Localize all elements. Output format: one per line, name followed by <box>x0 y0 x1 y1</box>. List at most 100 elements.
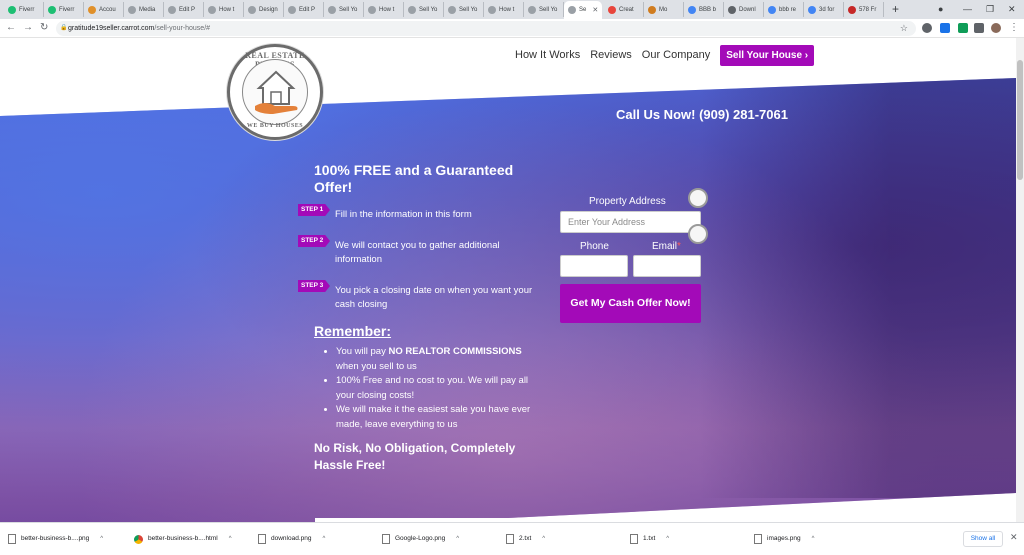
chevron-up-icon[interactable]: ^ <box>456 530 459 548</box>
chevron-up-icon[interactable]: ^ <box>100 530 103 548</box>
url-path: /sell-your-house/# <box>154 25 211 32</box>
browser-tab[interactable]: BBB b <box>684 2 724 17</box>
main-nav: How It Works Reviews Our Company Sell Yo… <box>515 44 815 66</box>
step-3-text: You pick a closing date on when you want… <box>335 285 533 310</box>
company-logo[interactable]: REAL ESTATE PEOPLES WE BUY HOUSES <box>227 44 323 140</box>
tab-label: Sell Yo <box>459 6 478 13</box>
phone-input[interactable] <box>560 255 628 277</box>
tab-favicon-icon <box>88 5 96 14</box>
downloads-bar: Show all ✕ better-business-b....png ^ bett… <box>0 522 1024 555</box>
logo-bottom-text: WE BUY HOUSES <box>246 123 304 129</box>
extension-edit-icon[interactable] <box>958 23 968 33</box>
browser-tab-strip: + ● — ❐ ✕ Fiverr Fiverr Accou Media Edit P Ho… <box>0 0 1024 19</box>
email-label: Email* <box>652 241 681 252</box>
avatar[interactable] <box>991 23 1001 33</box>
chevron-up-icon[interactable]: ^ <box>666 530 669 548</box>
chrome-profile-icon[interactable]: ● <box>938 2 943 16</box>
scrollbar-thumb[interactable] <box>1017 60 1023 180</box>
back-arrow-icon[interactable]: ← <box>6 21 16 35</box>
house-hand-icon <box>255 70 298 114</box>
call-us-phone[interactable]: Call Us Now! (909) 281-7061 <box>616 107 788 122</box>
tab-favicon-icon <box>208 5 216 14</box>
file-icon <box>506 534 514 544</box>
list-item-text: We will make it the easiest sale you hav… <box>336 404 531 430</box>
lock-icon: 🔒 <box>60 25 68 31</box>
browser-tab[interactable]: Creat <box>604 2 644 17</box>
download-item[interactable]: better-business-b....png ^ <box>8 530 103 548</box>
puzzle-icon[interactable] <box>974 23 984 33</box>
close-downloads-bar-icon[interactable]: ✕ <box>1010 532 1018 543</box>
download-item[interactable]: 1.txt ^ <box>630 530 669 548</box>
tab-favicon-icon <box>808 5 816 14</box>
browser-tab[interactable]: How t <box>204 2 244 17</box>
browser-tab[interactable]: 3d for <box>804 2 844 17</box>
email-input[interactable] <box>633 255 701 277</box>
forward-arrow-icon[interactable]: → <box>23 21 33 35</box>
browser-tab[interactable]: Downl <box>724 2 764 17</box>
browser-tab[interactable]: Fiverr <box>4 2 44 17</box>
browser-tab[interactable]: Mo <box>644 2 684 17</box>
page-headline: 100% FREE and a Guaranteed Offer! <box>314 162 514 195</box>
download-item[interactable]: 2.txt ^ <box>506 530 545 548</box>
nav-how-it-works[interactable]: How It Works <box>515 49 580 61</box>
browser-tab[interactable]: Accou <box>84 2 124 17</box>
tab-label: BBB b <box>699 6 717 13</box>
minimize-button[interactable]: — <box>963 2 972 16</box>
file-icon <box>258 534 266 544</box>
closing-tagline: No Risk, No Obligation, Completely Hassl… <box>314 441 516 472</box>
browser-tab[interactable]: Sell Yo <box>324 2 364 17</box>
extension-grid-icon[interactable] <box>940 23 950 33</box>
chevron-up-icon[interactable]: ^ <box>322 530 325 548</box>
list-item-text: 100% Free and no cost to you. We will pa… <box>336 375 529 401</box>
download-item[interactable]: images.png ^ <box>754 530 814 548</box>
tab-label: Design <box>259 6 278 13</box>
step-1-text: Fill in the information in this form <box>335 209 472 220</box>
property-address-input[interactable]: Enter Your Address <box>560 211 701 233</box>
nav-our-company[interactable]: Our Company <box>642 49 710 61</box>
sell-your-house-button[interactable]: Sell Your House › <box>720 44 815 66</box>
get-cash-offer-button[interactable]: Get My Cash Offer Now! <box>560 284 701 323</box>
tab-label: 3d for <box>819 6 835 13</box>
close-window-button[interactable]: ✕ <box>1008 2 1016 16</box>
download-item[interactable]: better-business-b....html ^ <box>134 530 232 548</box>
nav-reviews[interactable]: Reviews <box>590 49 632 61</box>
list-item: You will pay NO REALTOR COMMISSIONS when… <box>336 345 546 374</box>
browser-tab[interactable]: Sell Yo <box>404 2 444 17</box>
chevron-up-icon[interactable]: ^ <box>229 530 232 548</box>
address-bar[interactable]: 🔒 gratitude19seller.carrot.com/sell-your… <box>56 21 916 36</box>
browser-tab[interactable]: bbb re <box>764 2 804 17</box>
browser-tab[interactable]: Edit P <box>284 2 324 17</box>
tab-favicon-icon <box>48 5 56 14</box>
bookmark-star-icon[interactable]: ☆ <box>900 21 908 36</box>
tab-label: How t <box>379 6 395 13</box>
chevron-up-icon[interactable]: ^ <box>542 530 545 548</box>
browser-tab[interactable]: Fiverr <box>44 2 84 17</box>
browser-tab[interactable]: Edit P <box>164 2 204 17</box>
browser-tab[interactable]: Sell Yo <box>524 2 564 17</box>
browser-tab[interactable]: Design <box>244 2 284 17</box>
maximize-button[interactable]: ❐ <box>986 2 994 16</box>
tab-favicon-icon <box>848 5 856 14</box>
tab-favicon-icon <box>368 5 376 14</box>
browser-tab[interactable]: Se ✕ <box>564 1 602 19</box>
tab-label: Creat <box>619 6 634 13</box>
tab-label: bbb re <box>779 6 797 13</box>
extension-icon[interactable] <box>922 23 932 33</box>
download-item[interactable]: download.png ^ <box>258 530 325 548</box>
menu-dots-icon[interactable]: ⋮ <box>1009 21 1019 35</box>
browser-tab[interactable]: How t <box>484 2 524 17</box>
web-page: REAL ESTATE PEOPLES WE BUY HOUSES How It… <box>0 38 1016 522</box>
tab-favicon-icon <box>528 5 536 14</box>
download-item[interactable]: Google-Logo.png ^ <box>382 530 459 548</box>
show-all-downloads-button[interactable]: Show all <box>963 531 1003 547</box>
browser-tab[interactable]: How t <box>364 2 404 17</box>
chevron-up-icon[interactable]: ^ <box>812 530 815 548</box>
download-filename: 2.txt <box>519 535 532 542</box>
browser-tab[interactable]: 578 Fr <box>844 2 884 17</box>
tab-close-icon[interactable]: ✕ <box>592 6 598 14</box>
browser-tab[interactable]: Media <box>124 2 164 17</box>
tab-favicon-icon <box>648 5 656 14</box>
reload-icon[interactable]: ↻ <box>40 21 48 35</box>
new-tab-button[interactable]: + <box>892 2 899 16</box>
browser-tab[interactable]: Sell Yo <box>444 2 484 17</box>
